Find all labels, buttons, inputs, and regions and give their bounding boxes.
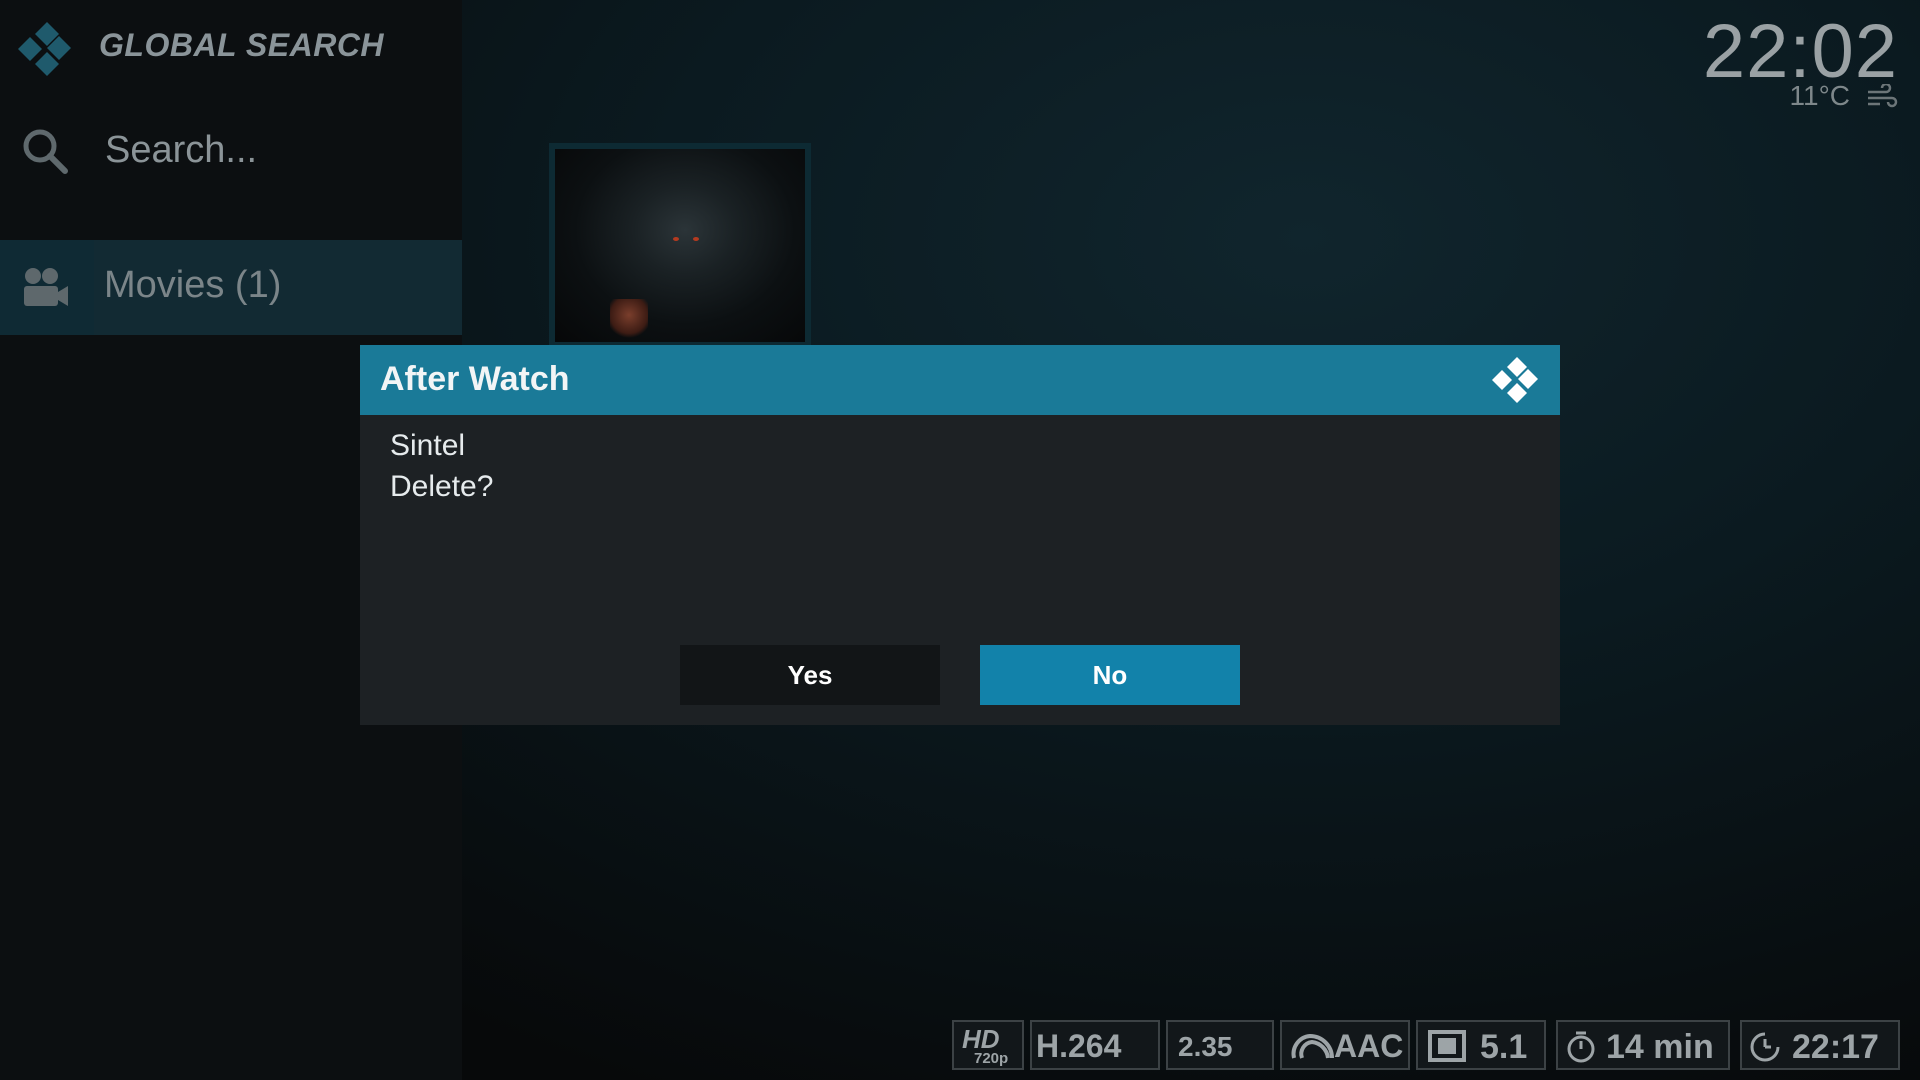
media-flags-bar: HD 720p H.264 2.35 AAC 5.1 14 min 22:17	[952, 1020, 1900, 1070]
yes-button[interactable]: Yes	[680, 645, 940, 705]
poster-image	[555, 149, 805, 342]
sidebar-item-label: Movies (1)	[104, 264, 282, 306]
speaker-icon	[1428, 1030, 1466, 1062]
sidebar-item-icon-box	[0, 240, 94, 335]
sidebar-item-movies[interactable]: Movies (1)	[0, 240, 462, 335]
aspect-ratio-flag: 2.35	[1166, 1020, 1274, 1070]
runtime: 14 min	[1606, 1028, 1714, 1066]
search-bar[interactable]	[0, 110, 462, 190]
poster-detail	[610, 299, 648, 339]
kodi-logo-icon	[1492, 357, 1538, 403]
runtime-flag: 14 min	[1556, 1020, 1730, 1070]
audio-channels-flag: 5.1	[1416, 1020, 1546, 1070]
stopwatch-icon	[1567, 1031, 1595, 1063]
no-button[interactable]: No	[980, 645, 1240, 705]
aspect-ratio: 2.35	[1178, 1031, 1233, 1062]
poster-detail	[693, 237, 699, 241]
video-codec-flag: H.264	[1030, 1020, 1160, 1070]
resolution-flag: HD 720p	[952, 1020, 1024, 1070]
poster-detail	[673, 237, 679, 241]
movie-poster[interactable]	[549, 143, 811, 348]
dialog-header: After Watch	[360, 345, 1560, 415]
search-input[interactable]	[103, 124, 447, 176]
dialog-message-line: Sintel	[390, 429, 466, 462]
dialog-title: After Watch	[380, 360, 570, 398]
audio-codec: AAC	[1334, 1028, 1404, 1064]
dialog-message-line: Delete?	[390, 470, 494, 503]
video-codec: H.264	[1036, 1028, 1122, 1064]
audio-channels: 5.1	[1480, 1028, 1528, 1066]
resolution-value: 720p	[974, 1050, 1009, 1067]
page-title: GLOBAL SEARCH	[99, 27, 385, 63]
search-icon	[23, 129, 68, 174]
clock-icon	[1750, 1032, 1780, 1062]
kodi-logo-icon	[18, 22, 71, 76]
confirm-dialog: After Watch Sintel Delete? Yes No	[360, 345, 1560, 725]
movie-camera-icon	[24, 268, 68, 306]
end-time-flag: 22:17	[1740, 1020, 1900, 1070]
audio-codec-flag: AAC	[1280, 1020, 1410, 1070]
end-time: 22:17	[1792, 1028, 1879, 1066]
wind-icon	[1868, 84, 1898, 108]
temperature: 11°C	[1789, 80, 1850, 111]
weather-widget: 11°C	[1738, 80, 1898, 116]
audio-wave-icon	[1291, 1033, 1334, 1059]
